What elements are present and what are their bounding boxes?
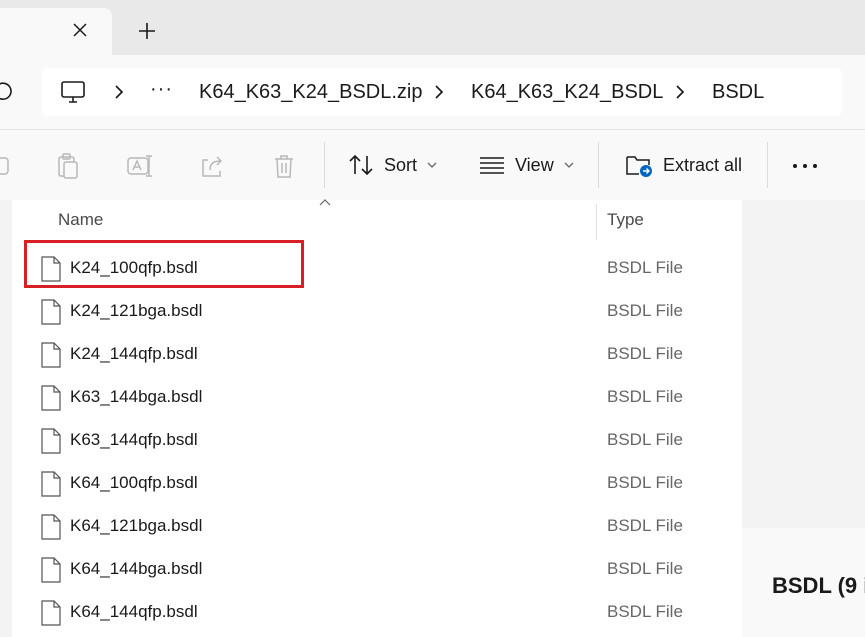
file-icon: [40, 256, 62, 282]
table-row[interactable]: K64_121bga.bsdl BSDL File: [12, 506, 742, 549]
share-icon[interactable]: [198, 152, 226, 180]
file-name: K63_144qfp.bsdl: [70, 430, 198, 449]
column-resize-handle[interactable]: [596, 204, 597, 240]
file-type: BSDL File: [607, 559, 683, 578]
plus-icon: [139, 23, 155, 39]
delete-icon[interactable]: [270, 152, 298, 180]
refresh-icon[interactable]: [0, 79, 12, 103]
extract-folder-icon: [626, 156, 652, 177]
rename-icon[interactable]: [126, 152, 154, 180]
file-type: BSDL File: [607, 258, 683, 277]
navigation-pane-edge: [0, 200, 12, 637]
file-type: BSDL File: [607, 602, 683, 621]
file-list: Name Type K24_100qfp.bsdl BSDL File K24_12…: [0, 199, 742, 637]
file-icon: [40, 385, 62, 411]
chevron-down-icon: [427, 162, 437, 168]
tab-bar: [0, 0, 865, 55]
new-tab-button[interactable]: [134, 18, 160, 44]
breadcrumb-zip[interactable]: K64_K63_K24_BSDL.zip: [199, 80, 423, 104]
file-type: BSDL File: [607, 473, 683, 492]
breadcrumb-more[interactable]: ···: [150, 78, 173, 101]
file-name: K64_144qfp.bsdl: [70, 602, 198, 621]
divider: [767, 142, 768, 188]
divider: [598, 142, 599, 188]
chevron-down-icon: [564, 162, 574, 168]
breadcrumb-bsdl[interactable]: BSDL: [712, 80, 764, 104]
address-row: ··· K64_K63_K24_BSDL.zip K64_K63_K24_BSD…: [0, 55, 865, 129]
column-header-type[interactable]: Type: [607, 210, 644, 230]
chevron-right-icon: [673, 82, 687, 102]
file-icon: [40, 514, 62, 540]
active-tab[interactable]: [0, 8, 112, 55]
table-row[interactable]: K64_144qfp.bsdl BSDL File: [12, 592, 742, 635]
details-pane: BSDL (9 i: [742, 200, 865, 637]
sort-button[interactable]: Sort: [348, 144, 437, 186]
file-name: K24_100qfp.bsdl: [70, 258, 198, 277]
file-type: BSDL File: [607, 344, 683, 363]
column-header-row: Name Type: [12, 199, 742, 240]
breadcrumb-folder[interactable]: K64_K63_K24_BSDL: [471, 80, 663, 104]
table-row[interactable]: K24_100qfp.bsdl BSDL File: [12, 248, 742, 291]
chevron-right-icon: [112, 82, 126, 102]
view-icon: [480, 157, 504, 174]
file-icon: [40, 471, 62, 497]
table-row[interactable]: K64_100qfp.bsdl BSDL File: [12, 463, 742, 506]
table-row[interactable]: K64_144bga.bsdl BSDL File: [12, 549, 742, 592]
new-icon[interactable]: [0, 152, 14, 180]
file-name: K64_144bga.bsdl: [70, 559, 203, 578]
file-name: K64_100qfp.bsdl: [70, 473, 198, 492]
file-icon: [40, 342, 62, 368]
extract-all-label: Extract all: [663, 154, 743, 175]
view-label: View: [515, 154, 554, 175]
file-icon: [40, 299, 62, 325]
file-name: K63_144bga.bsdl: [70, 387, 203, 406]
table-row[interactable]: K63_144bga.bsdl BSDL File: [12, 377, 742, 420]
view-button[interactable]: View: [479, 144, 574, 186]
divider: [324, 142, 325, 188]
file-icon: [40, 428, 62, 454]
file-icon: [40, 557, 62, 583]
file-name: K64_121bga.bsdl: [70, 516, 203, 535]
column-header-name[interactable]: Name: [58, 210, 103, 230]
computer-icon[interactable]: [60, 80, 86, 104]
file-type: BSDL File: [607, 430, 683, 449]
table-row[interactable]: K24_121bga.bsdl BSDL File: [12, 291, 742, 334]
file-name: K24_144qfp.bsdl: [70, 344, 198, 363]
sort-ascending-icon: [319, 199, 331, 206]
file-type: BSDL File: [607, 301, 683, 320]
address-bar[interactable]: ··· K64_K63_K24_BSDL.zip K64_K63_K24_BSD…: [42, 68, 842, 116]
file-icon: [40, 600, 62, 626]
command-bar: Sort View Extract all: [0, 129, 865, 201]
table-row[interactable]: K24_144qfp.bsdl BSDL File: [12, 334, 742, 377]
file-type: BSDL File: [607, 387, 683, 406]
sort-icon: [349, 154, 373, 176]
paste-icon[interactable]: [54, 152, 82, 180]
file-explorer-window: ··· K64_K63_K24_BSDL.zip K64_K63_K24_BSD…: [0, 0, 865, 637]
table-row[interactable]: K63_144qfp.bsdl BSDL File: [12, 420, 742, 463]
extract-all-button[interactable]: Extract all: [625, 144, 742, 186]
close-icon[interactable]: [68, 18, 92, 42]
more-options-icon[interactable]: [791, 152, 819, 180]
file-type: BSDL File: [607, 516, 683, 535]
details-title: BSDL (9 i: [772, 573, 865, 598]
chevron-right-icon: [432, 82, 446, 102]
details-preview-area: [742, 200, 865, 528]
file-name: K24_121bga.bsdl: [70, 301, 203, 320]
sort-label: Sort: [384, 154, 418, 175]
